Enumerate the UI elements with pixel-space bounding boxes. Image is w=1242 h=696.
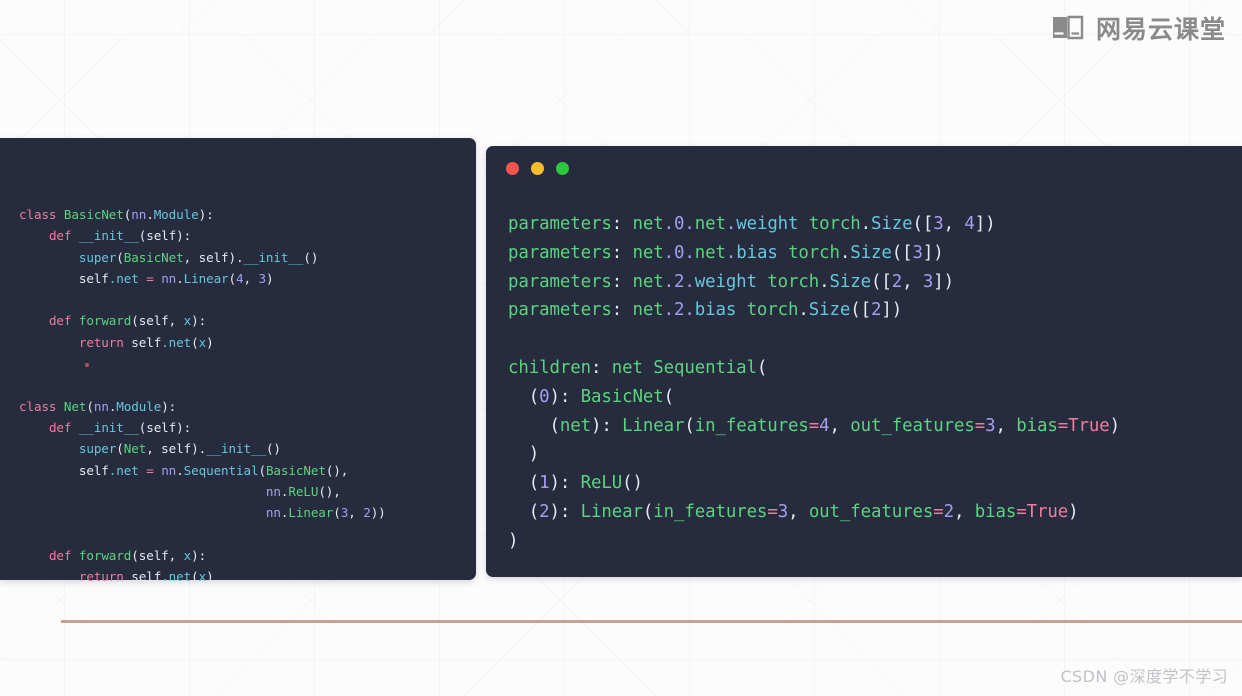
output-console-panel: parameters: net.0.net.weight torch.Size(… [486,146,1242,577]
book-card-icon [1051,14,1085,44]
minimize-dot-icon[interactable] [531,162,544,175]
maximize-dot-icon[interactable] [556,162,569,175]
brand-logo: 网易云课堂 [1051,14,1226,44]
window-controls-right [506,162,569,175]
horizontal-divider [61,620,1242,623]
csdn-watermark: CSDN @深度学不学习 [1060,667,1228,686]
source-code-text: class BasicNet(nn.Module): def __init__(… [19,207,386,585]
console-output-text: parameters: net.0.net.weight torch.Size(… [508,214,1120,551]
close-dot-icon[interactable] [506,162,519,175]
brand-name: 网易云课堂 [1095,14,1226,44]
